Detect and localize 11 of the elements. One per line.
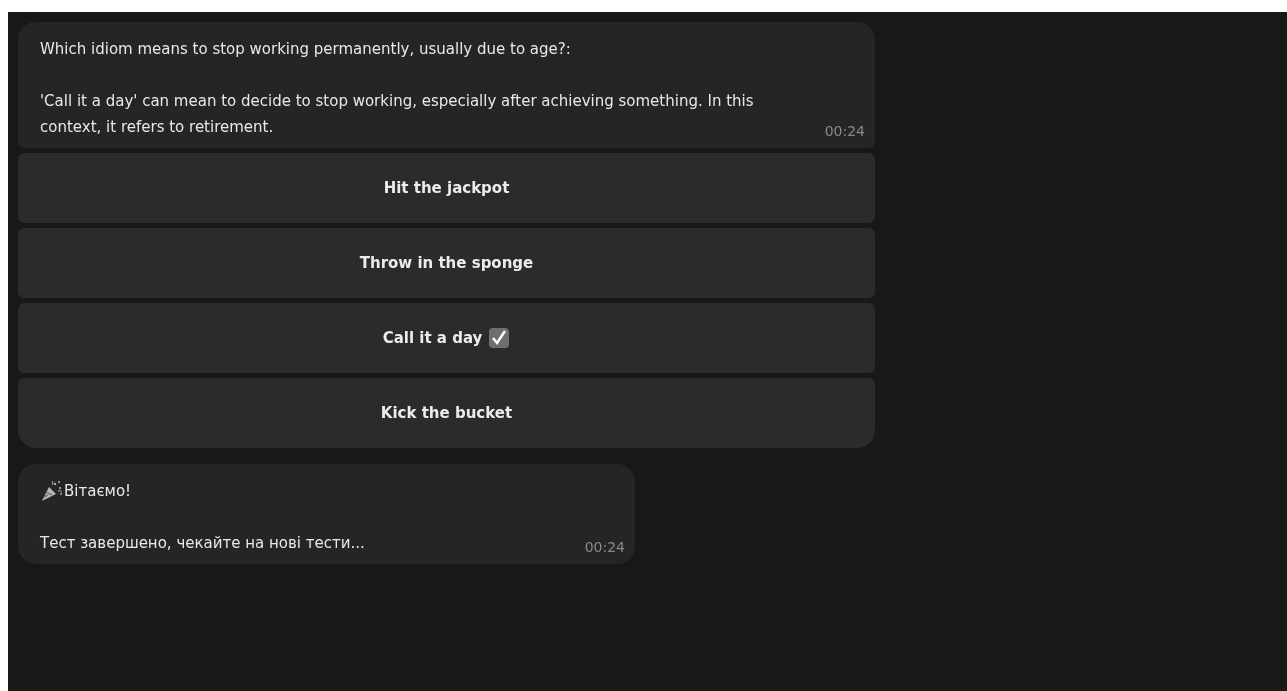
answer-button[interactable]: Kick the bucket [18,378,875,448]
party-popper-icon [40,479,64,503]
answer-button[interactable]: Hit the jackpot [18,153,875,223]
message-text: Which idiom means to stop working permanently, usually due to age?: [40,40,571,58]
message-text: Вітаємо! [64,481,132,502]
message-time: 00:24 [584,538,625,556]
message-text: Тест завершено, чекайте на нові тести... [40,533,365,554]
message-time: 00:24 [824,122,865,140]
message-text: 'Call it a day' can mean to decide to stop working, especially after achieving something. In this context, it refers to retirement. [40,91,755,138]
answer-button[interactable]: Call it a day [18,303,875,373]
answer-button[interactable]: Throw in the sponge [18,228,875,298]
